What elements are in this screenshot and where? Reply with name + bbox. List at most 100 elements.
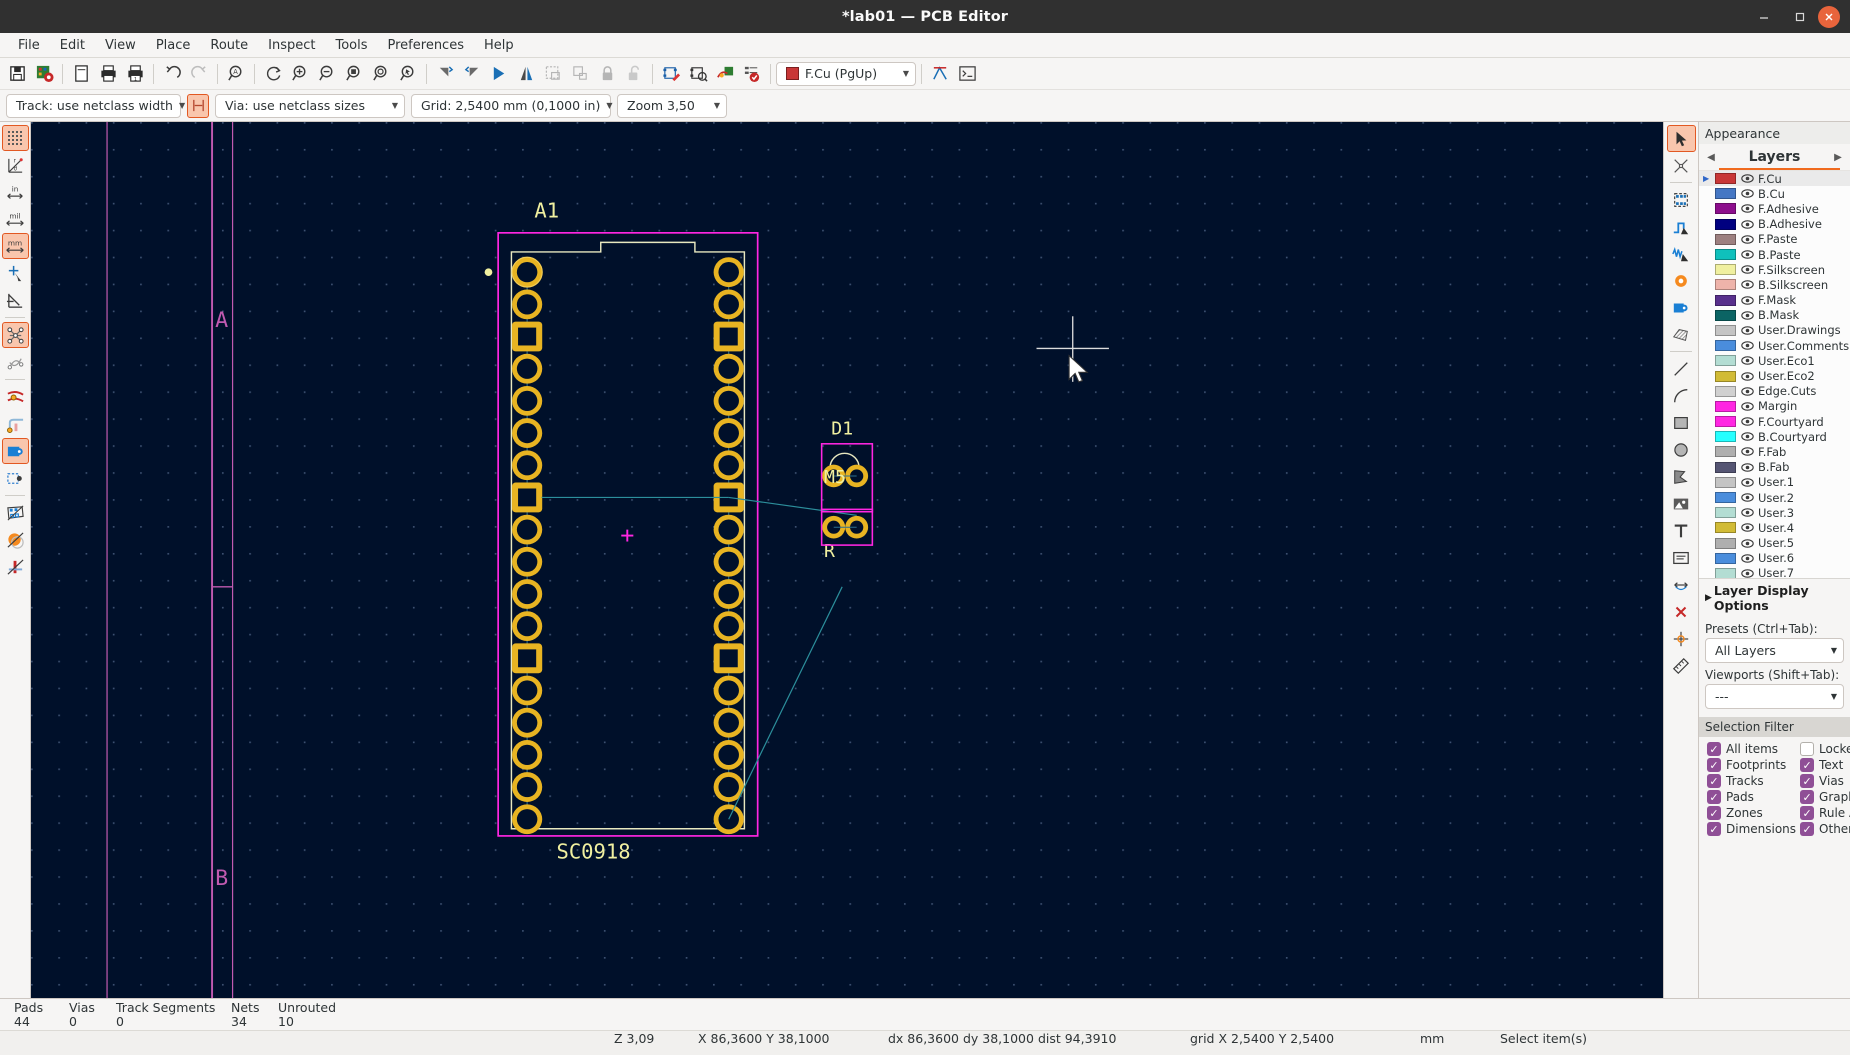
menu-place[interactable]: Place [146,36,201,55]
print-icon[interactable] [95,61,121,87]
next-tab-arrow-icon[interactable]: ▶ [1832,152,1844,163]
layer-row-user-eco1[interactable]: User.Eco1 [1699,353,1850,368]
via-sketch-icon[interactable] [2,411,29,437]
via-size-selector[interactable]: Via: use netclass sizes ▼ [215,94,405,118]
ungroup-icon[interactable] [567,61,593,87]
minimize-button[interactable] [1746,0,1782,33]
footprint-viewer-icon[interactable] [685,61,711,87]
chevron-down-icon[interactable]: ▼ [903,69,909,78]
layer-visibility-eye-icon[interactable] [1740,234,1754,245]
place-footprint-icon[interactable] [1667,186,1696,213]
zoom-fit-icon[interactable] [341,61,367,87]
zoom-out-icon[interactable] [314,61,340,87]
layer-color-swatch[interactable] [1715,295,1736,306]
layer-row-f-fab[interactable]: F.Fab [1699,444,1850,459]
pad-sketch-icon[interactable] [2,438,29,464]
layer-visibility-eye-icon[interactable] [1740,264,1754,275]
grid-selector[interactable]: Grid: 2,5400 mm (0,1000 in) ▼ [411,94,611,118]
ratsnest-icon[interactable] [927,61,953,87]
menu-preferences[interactable]: Preferences [378,36,474,55]
presets-selector[interactable]: All Layers ▼ [1705,638,1844,663]
selection-filter-vias[interactable]: ✓Vias [1800,774,1850,788]
layer-color-swatch[interactable] [1715,553,1736,564]
track-width-icon[interactable] [187,94,209,118]
close-button[interactable] [1818,6,1840,28]
layer-row-f-courtyard[interactable]: F.Courtyard [1699,414,1850,429]
rotate-ccw-icon[interactable] [432,61,458,87]
layer-color-swatch[interactable] [1715,431,1736,442]
layer-visibility-eye-icon[interactable] [1740,371,1754,382]
layer-visibility-eye-icon[interactable] [1740,340,1754,351]
checkbox-icon[interactable]: ✓ [1707,742,1721,756]
layer-row-user-7[interactable]: User.7 [1699,566,1850,578]
layer-row-f-paste[interactable]: F.Paste [1699,232,1850,247]
checkbox-icon[interactable]: ✓ [1707,806,1721,820]
layer-visibility-eye-icon[interactable] [1740,492,1754,503]
chevron-down-icon[interactable]: ▼ [1831,646,1837,655]
layer-row-f-cu[interactable]: ▶F.Cu [1699,171,1850,186]
highlight-net-icon[interactable] [1667,152,1696,179]
zone-filled-icon[interactable] [2,527,29,553]
place-image-icon[interactable] [1667,490,1696,517]
layer-color-swatch[interactable] [1715,234,1736,245]
zoom-objects-icon[interactable] [368,61,394,87]
checkbox-icon[interactable]: ✓ [1800,758,1814,772]
selection-filter-text[interactable]: ✓Text [1800,758,1850,772]
flip-horizontal-icon[interactable] [486,61,512,87]
place-via-icon[interactable] [1667,267,1696,294]
undo-icon[interactable] [159,61,185,87]
layer-visibility-eye-icon[interactable] [1740,538,1754,549]
zoom-selection-icon[interactable] [395,61,421,87]
layer-color-swatch[interactable] [1715,173,1736,184]
layer-color-swatch[interactable] [1715,203,1736,214]
draw-polygon-icon[interactable] [1667,463,1696,490]
python-console-icon[interactable] [954,61,980,87]
update-pcb-icon[interactable] [712,61,738,87]
layer-row-user-4[interactable]: User.4 [1699,520,1850,535]
draw-circle-icon[interactable] [1667,436,1696,463]
layer-visibility-eye-icon[interactable] [1740,553,1754,564]
layer-color-swatch[interactable] [1715,340,1736,351]
maximize-button[interactable] [1782,0,1818,33]
layer-visibility-eye-icon[interactable] [1740,568,1754,578]
select-tool-icon[interactable] [1667,125,1696,152]
layer-color-swatch[interactable] [1715,310,1736,321]
zone-none-icon[interactable] [2,554,29,580]
menu-file[interactable]: File [8,36,50,55]
add-text-icon[interactable] [1667,517,1696,544]
layer-visibility-eye-icon[interactable] [1740,462,1754,473]
selection-filter-dimensions[interactable]: ✓Dimensions [1707,822,1796,836]
plot-icon[interactable]: 1 [122,61,148,87]
selection-filter-graphics[interactable]: ✓Graphics [1800,790,1850,804]
checkbox-icon[interactable]: ✓ [1707,822,1721,836]
layer-row-user-6[interactable]: User.6 [1699,551,1850,566]
dimension-icon[interactable] [1667,571,1696,598]
layer-color-swatch[interactable] [1715,264,1736,275]
layer-visibility-eye-icon[interactable] [1740,310,1754,321]
layer-row-user-3[interactable]: User.3 [1699,505,1850,520]
layer-color-swatch[interactable] [1715,522,1736,533]
selection-filter-pads[interactable]: ✓Pads [1707,790,1796,804]
layer-color-swatch[interactable] [1715,462,1736,473]
full-crosshair-icon[interactable] [2,260,29,286]
layer-color-swatch[interactable] [1715,568,1736,578]
layer-color-swatch[interactable] [1715,325,1736,336]
layer-visibility-eye-icon[interactable] [1740,188,1754,199]
units-mils-icon[interactable]: mil [2,206,29,232]
layer-visibility-eye-icon[interactable] [1740,249,1754,260]
menu-view[interactable]: View [95,36,146,55]
layer-color-swatch[interactable] [1715,477,1736,488]
layer-row-b-mask[interactable]: B.Mask [1699,308,1850,323]
layer-row-b-cu[interactable]: B.Cu [1699,186,1850,201]
zoom-in-icon[interactable] [287,61,313,87]
measure-icon[interactable] [1667,652,1696,679]
layer-row-b-fab[interactable]: B.Fab [1699,460,1850,475]
selection-filter-all-items[interactable]: ✓All items [1707,742,1796,756]
delete-icon[interactable] [1667,598,1696,625]
grid-toggle-icon[interactable] [2,125,29,151]
selection-filter-tracks[interactable]: ✓Tracks [1707,774,1796,788]
save-icon[interactable] [4,61,30,87]
layer-row-user-eco2[interactable]: User.Eco2 [1699,368,1850,383]
layer-color-swatch[interactable] [1715,219,1736,230]
layer-row-f-silkscreen[interactable]: F.Silkscreen [1699,262,1850,277]
